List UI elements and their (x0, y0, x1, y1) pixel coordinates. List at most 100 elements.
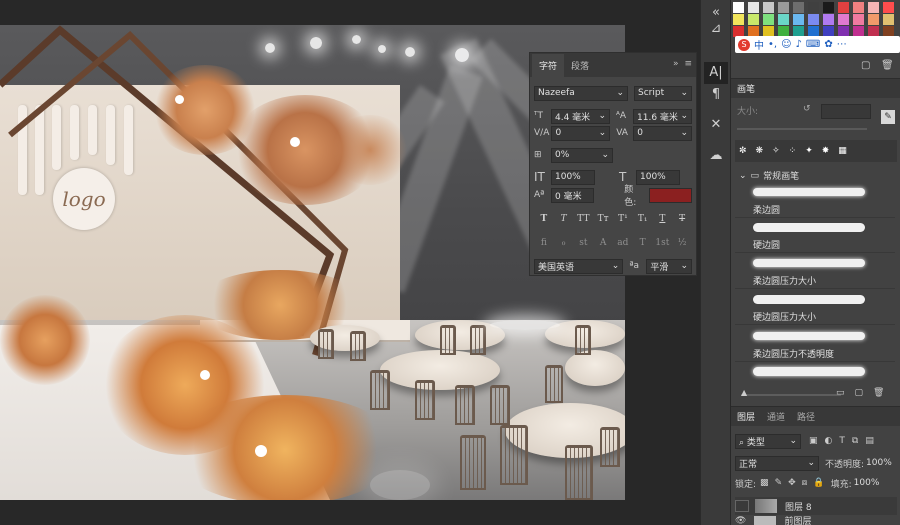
brush-soft-round[interactable]: 柔边圆 (735, 183, 895, 218)
tab-paths[interactable]: 路径 (797, 410, 815, 423)
keyboard-icon[interactable]: ⌨ (806, 39, 820, 50)
color-swatch[interactable] (748, 14, 759, 25)
adjustment-filter-icon[interactable]: ◐ (825, 436, 833, 446)
brush-hard-round[interactable]: 硬边圆 (735, 218, 895, 253)
opacity-value[interactable]: 100% (866, 458, 892, 468)
tab-channels[interactable]: 通道 (767, 410, 785, 423)
brush-panel-title[interactable]: 画笔 (737, 82, 755, 95)
fill-value[interactable]: 100% (854, 478, 880, 488)
brush-soft-round-pressure-opacity[interactable]: 柔边圆压力不透明度 (735, 327, 895, 362)
lock-transparent-icon[interactable]: ▩ (760, 478, 769, 488)
slider-thumb-icon[interactable]: ▲ (741, 388, 747, 397)
color-swatch[interactable] (778, 2, 789, 13)
brush-preview-slider[interactable] (741, 394, 841, 396)
ime-language-label[interactable]: 中 (754, 37, 764, 52)
pixel-filter-icon[interactable]: ▣ (809, 436, 818, 446)
color-swatch[interactable] (883, 14, 894, 25)
layer-row[interactable]: 👁 前图层 (735, 516, 897, 525)
ordinals-button[interactable]: 1st (654, 238, 670, 248)
brush-soft-round-pressure-size[interactable]: 柔边圆压力大小 (735, 254, 895, 289)
language-select[interactable]: 美国英语 ⌄ (534, 258, 624, 274)
color-swatch[interactable] (823, 14, 834, 25)
layer-filter-select[interactable]: ⌕ 类型 ⌄ (735, 433, 801, 449)
leading-field[interactable]: 11.6 毫米 ⌄ (633, 108, 692, 124)
color-swatch[interactable] (733, 14, 744, 25)
color-swatch[interactable] (793, 14, 804, 25)
color-swatch[interactable] (883, 2, 894, 13)
color-swatch[interactable] (793, 2, 804, 13)
new-brush-icon[interactable]: ▢ (855, 388, 864, 398)
layer-row[interactable]: 图层 8 (735, 497, 897, 515)
fractions-button[interactable]: ½ (674, 238, 690, 248)
tab-paragraph[interactable]: 段落 (564, 54, 596, 77)
color-swatch[interactable] (763, 2, 774, 13)
brush-size-field[interactable] (821, 104, 871, 119)
font-family-select[interactable]: Nazeefa ⌄ (534, 85, 628, 101)
character-spacing-field[interactable]: 0% ⌄ (551, 147, 613, 163)
lock-pixels-icon[interactable]: ✎ (775, 478, 783, 488)
size-slider[interactable] (737, 128, 867, 130)
color-swatch[interactable] (808, 2, 819, 13)
color-swatch[interactable] (808, 14, 819, 25)
underline-button[interactable]: T (654, 214, 670, 224)
smartobject-filter-icon[interactable]: ▤ (865, 436, 874, 446)
skin-icon[interactable]: ✿ (824, 39, 832, 50)
delete-panel-icon[interactable]: 🗑 (881, 60, 894, 71)
shape-filter-icon[interactable]: ⧉ (852, 436, 858, 446)
color-swatch[interactable] (763, 14, 774, 25)
all-caps-button[interactable]: TT (575, 214, 591, 224)
ligatures-button[interactable]: fi (536, 238, 552, 248)
brush-hard-round-pressure-size[interactable]: 硬边圆压力大小 (735, 290, 895, 325)
font-style-select[interactable]: Script ⌄ (634, 85, 692, 101)
punctuation-icon[interactable]: •, (768, 39, 777, 50)
brush-tip-icon[interactable]: ✼ (739, 146, 747, 156)
brush-settings-icon[interactable]: ⊿ (704, 18, 728, 40)
brush-tip-icon[interactable]: ✧ (772, 146, 780, 156)
color-swatch[interactable] (838, 2, 849, 13)
vertical-scale-field[interactable]: 100% (551, 169, 595, 185)
eye-icon[interactable]: 👁 (735, 516, 746, 525)
titling-alternates-button[interactable]: T (635, 238, 651, 248)
voice-icon[interactable]: ♪ (796, 39, 802, 50)
antialias-select[interactable]: 平滑 ⌄ (646, 258, 692, 274)
color-swatch[interactable] (853, 2, 864, 13)
color-swatch[interactable] (733, 2, 744, 13)
brush-settings-icon[interactable]: ✎ (881, 110, 895, 124)
tab-layers[interactable]: 图层 (737, 410, 755, 423)
discretionary-ligatures-button[interactable]: st (575, 238, 591, 248)
character-panel-icon[interactable]: A| (704, 62, 728, 84)
tracking-field[interactable]: 0 ⌄ (633, 125, 692, 141)
strikethrough-button[interactable]: T (674, 214, 690, 224)
brush-preview[interactable] (735, 362, 895, 382)
color-swatch[interactable] (868, 2, 879, 13)
ime-toolbar[interactable]: S 中 •, ☺ ♪ ⌨ ✿ ⋯ (735, 36, 900, 53)
brush-tip-icon[interactable]: ❋ (756, 146, 764, 156)
color-swatch[interactable] (778, 14, 789, 25)
brush-folder[interactable]: ⌄ ▭ 常规画笔 (739, 169, 799, 183)
color-swatch[interactable] (748, 2, 759, 13)
collapse-icon[interactable]: » (673, 59, 679, 69)
type-filter-icon[interactable]: T (839, 436, 845, 446)
tab-character[interactable]: 字符 (532, 54, 565, 77)
libraries-icon[interactable]: ☁ (704, 145, 728, 167)
swash-button[interactable]: A (595, 238, 611, 248)
font-size-field[interactable]: 4.4 毫米 ⌄ (551, 108, 610, 124)
artboard-icon[interactable]: ⧈ (802, 478, 808, 488)
color-swatch[interactable] (868, 14, 879, 25)
brush-tip-icon[interactable]: ✦ (805, 146, 813, 156)
brush-tip-icon[interactable]: ⁘ (789, 146, 797, 156)
text-color-swatch[interactable] (648, 187, 692, 203)
faux-bold-button[interactable]: T (536, 214, 552, 224)
superscript-button[interactable]: T¹ (615, 214, 631, 224)
paragraph-panel-icon[interactable]: ¶ (704, 84, 728, 106)
lock-position-icon[interactable]: ✥ (788, 478, 796, 488)
delete-icon[interactable]: 🗑 (873, 388, 884, 398)
contextual-alternates-button[interactable]: ℴ (556, 238, 572, 248)
brush-tip-icon[interactable]: ✸ (822, 146, 830, 156)
panel-menu-icon[interactable]: ≡ (684, 59, 692, 69)
stylistic-alternates-button[interactable]: ad (615, 238, 631, 248)
reset-icon[interactable]: ↺ (803, 104, 811, 114)
brush-tip-icon[interactable]: ▦ (838, 146, 847, 156)
visibility-toggle[interactable] (735, 500, 749, 512)
lock-all-icon[interactable]: 🔒 (813, 478, 824, 488)
